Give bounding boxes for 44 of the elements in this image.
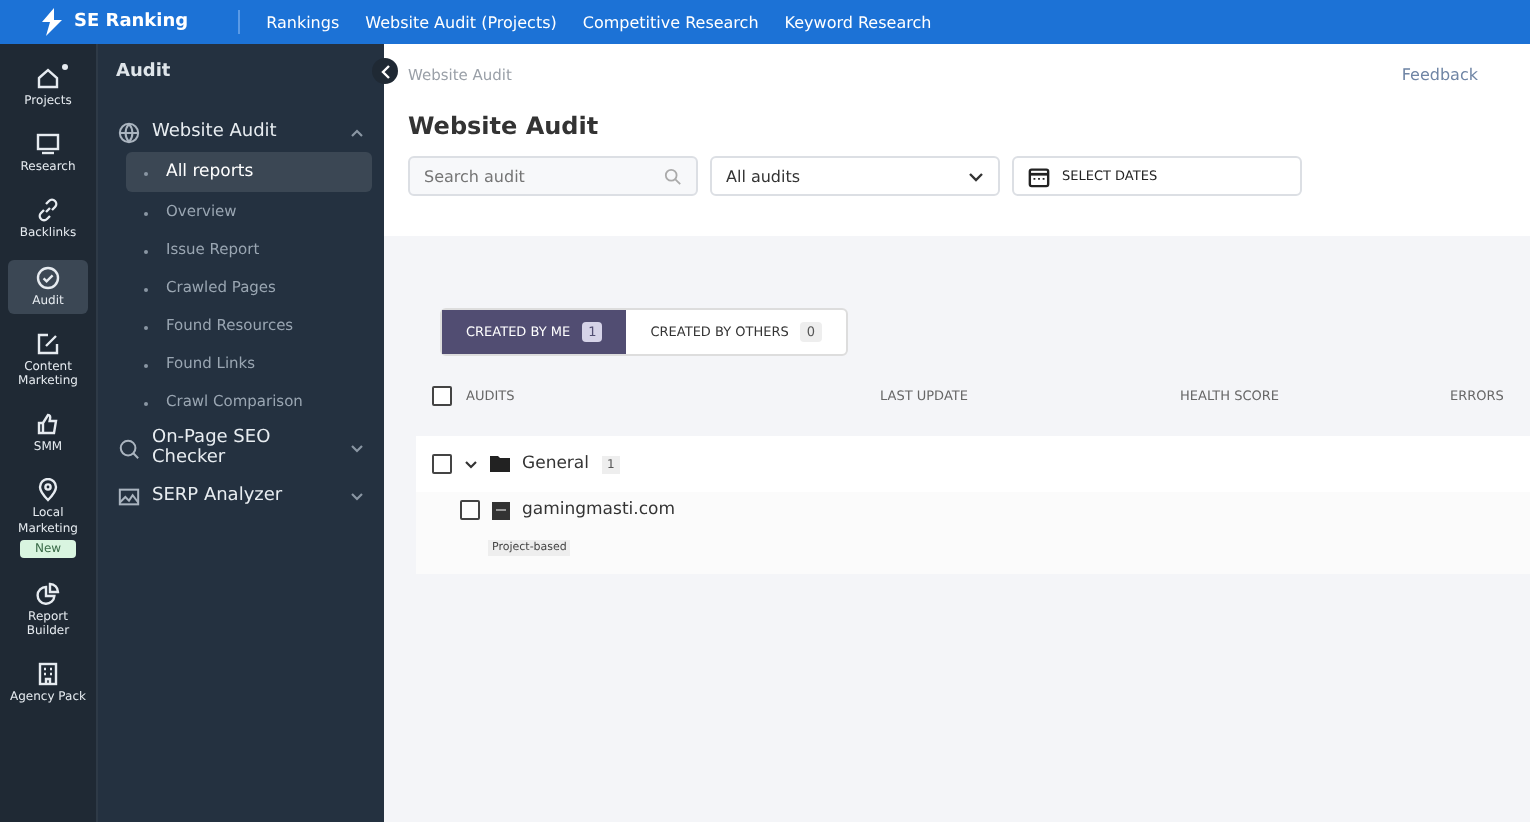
home-icon (36, 66, 60, 90)
folder-icon (490, 456, 510, 472)
link-icon (36, 198, 60, 223)
brand-name[interactable]: SE Ranking (74, 12, 189, 32)
sidebar-item[interactable]: All reports (126, 152, 372, 192)
monitor-icon (36, 132, 60, 157)
chevron-icon (350, 491, 364, 502)
notification-dot (62, 64, 68, 70)
sidebar-section[interactable]: On-Page SEO Checker (110, 420, 372, 478)
chevron-icon (350, 128, 364, 138)
caret-icon (968, 171, 984, 181)
search-icon (118, 437, 140, 460)
sidebar-section[interactable]: Website Audit (110, 114, 372, 152)
row-checkbox[interactable] (460, 500, 480, 520)
collapse-button[interactable] (372, 58, 398, 84)
building-icon (36, 662, 60, 687)
logo-icon (40, 8, 64, 36)
globe-icon (118, 122, 140, 144)
search-field[interactable]: Search audit (408, 156, 698, 196)
page-title: Website Audit (408, 112, 601, 140)
nav-link[interactable]: Keyword Research (784, 13, 932, 31)
sidebar-title: Audit (114, 60, 173, 86)
pie-chart-icon (36, 581, 60, 606)
chevron-left-icon (379, 63, 391, 79)
sidebar-section[interactable]: SERP Analyzer (110, 477, 372, 516)
search-icon (664, 168, 682, 186)
select-all-checkbox[interactable] (432, 386, 452, 406)
group-name[interactable]: General (522, 454, 589, 474)
chevron-icon[interactable] (464, 459, 478, 469)
group-checkbox[interactable] (432, 454, 452, 474)
audit-type-dropdown[interactable]: All audits (710, 156, 1000, 196)
nav-link[interactable]: Competitive Research (582, 13, 759, 31)
site-favicon-icon (492, 501, 510, 519)
location-pin-icon (36, 478, 60, 503)
calendar-icon (1028, 165, 1050, 187)
site-domain[interactable]: gamingmasti.com (522, 500, 675, 520)
feedback-link[interactable]: Feedback (1401, 65, 1478, 83)
image-icon (118, 485, 140, 508)
nav-link[interactable]: Rankings (266, 13, 340, 31)
chevron-icon (350, 443, 364, 454)
pencil-icon (36, 331, 60, 356)
nav-link[interactable]: Website Audit (Projects) (365, 13, 557, 31)
thumbs-up-icon (36, 412, 60, 437)
check-circle-icon (36, 265, 60, 290)
